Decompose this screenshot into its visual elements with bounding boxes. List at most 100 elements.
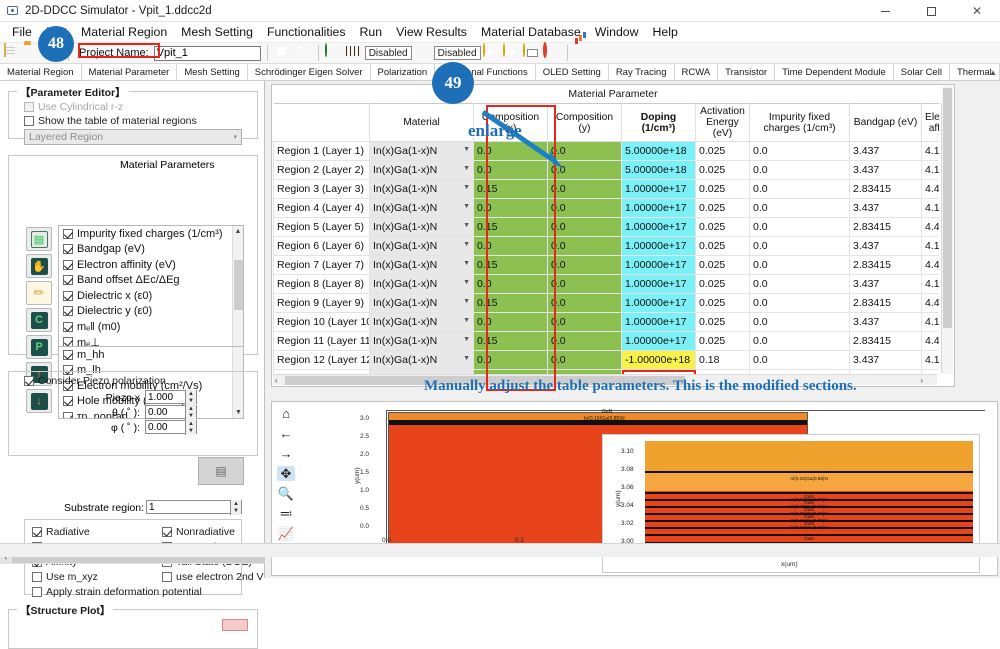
cell-composition-y[interactable]: 0.0 — [548, 332, 622, 351]
cell-composition-y[interactable]: 0.0 — [548, 275, 622, 294]
menu-file[interactable]: File — [5, 23, 39, 41]
table-row[interactable]: Region 6 (Layer 6) In(x)Ga(1-x)N▼ 0.0 0.… — [274, 237, 940, 256]
tab-polarization[interactable]: Polarization — [371, 64, 436, 80]
cell-electron-affinity[interactable]: 4.479 — [922, 294, 940, 313]
cell-doping[interactable]: 1.00000e+17 — [622, 332, 696, 351]
menu-run[interactable]: Run — [353, 23, 390, 41]
cell-impurity[interactable]: 0.0 — [750, 218, 850, 237]
cell-activation-energy[interactable]: 0.025 — [696, 256, 750, 275]
forward-arrow-icon[interactable]: → — [277, 446, 295, 461]
cell-material[interactable]: In(x)Ga(1-x)N▼ — [370, 218, 474, 237]
menu-material-database[interactable]: Material Database — [474, 23, 588, 41]
cell-doping[interactable]: 5.00000e+18 — [622, 161, 696, 180]
cell-doping[interactable]: 1.00000e+17 — [622, 294, 696, 313]
home-icon[interactable]: ⌂ — [277, 406, 295, 421]
cell-electron-affinity[interactable]: 4.1 — [922, 313, 940, 332]
option-electron-2nd-v[interactable]: use electron 2nd V — [162, 569, 272, 584]
param-item-dielectric-y[interactable]: Dielectric y (ε0) — [59, 304, 243, 320]
cell-impurity[interactable]: 0.0 — [750, 199, 850, 218]
cell-electron-affinity[interactable]: 4.1 — [922, 351, 940, 370]
cell-composition-x[interactable]: 0.15 — [474, 294, 548, 313]
tab-material-parameter[interactable]: Material Parameter — [82, 64, 178, 80]
table-row[interactable]: Region 4 (Layer 4) In(x)Ga(1-x)N▼ 0.0 0.… — [274, 199, 940, 218]
show-table-checkbox[interactable]: Show the table of material regions — [24, 115, 197, 127]
table-row[interactable]: Region 7 (Layer 7) In(x)Ga(1-x)N▼ 0.15 0… — [274, 256, 940, 275]
cell-activation-energy[interactable]: 0.025 — [696, 332, 750, 351]
cell-impurity[interactable]: 0.0 — [750, 180, 850, 199]
table-row[interactable]: Region 10 (Layer 10) In(x)Ga(1-x)N▼ 0.0 … — [274, 313, 940, 332]
cell-material[interactable]: In(x)Ga(1-x)N▼ — [370, 180, 474, 199]
cell-electron-affinity[interactable]: 4.479 — [922, 180, 940, 199]
cell-electron-affinity[interactable]: 4.479 — [922, 332, 940, 351]
table-row[interactable]: Region 2 (Layer 2) In(x)Ga(1-x)N▼ 0.0 0.… — [274, 161, 940, 180]
cell-composition-x[interactable]: 0.0 — [474, 351, 548, 370]
paste-region-icon[interactable]: ✋ — [26, 254, 52, 278]
grid-icon[interactable] — [345, 44, 363, 62]
menu-material-region[interactable]: Material Region — [74, 23, 174, 41]
cell-composition-y[interactable]: 0.0 — [548, 218, 622, 237]
col-material[interactable]: Material — [370, 104, 474, 142]
tab-time-dependent-module[interactable]: Time Dependent Module — [775, 64, 894, 80]
cell-bandgap[interactable]: 2.83415 — [850, 180, 922, 199]
structure-plot-color-swatch[interactable] — [222, 619, 248, 631]
stop-icon[interactable] — [543, 44, 561, 62]
piezo-x-stepper[interactable]: ▲▼ — [185, 390, 196, 405]
col-impurity-fixed-charges[interactable]: Impurity fixed charges (1/cm³) — [750, 104, 850, 142]
cell-impurity[interactable]: 0.0 — [750, 161, 850, 180]
cell-composition-x[interactable]: 0.0 — [474, 237, 548, 256]
param-item-impurity-fixed-charges[interactable]: Impurity fixed charges (1/cm³) — [59, 226, 243, 242]
cell-material[interactable]: In(x)Ga(1-x)N▼ — [370, 199, 474, 218]
material-parameters-list[interactable]: Impurity fixed charges (1/cm³) Bandgap (… — [58, 225, 244, 347]
param-item-band-offset[interactable]: Band offset ΔEc/ΔEg — [59, 273, 243, 289]
cell-doping[interactable]: 1.00000e+17 — [622, 180, 696, 199]
cell-electron-affinity[interactable]: 4.1 — [922, 161, 940, 180]
cell-activation-energy[interactable]: 0.025 — [696, 237, 750, 256]
conduction-c-icon[interactable]: C — [26, 308, 52, 332]
cell-bandgap[interactable]: 2.83415 — [850, 294, 922, 313]
project-name-input[interactable] — [154, 46, 261, 61]
cell-composition-y[interactable]: 0.0 — [548, 180, 622, 199]
theta-input[interactable]: 0.00 ▲▼ — [145, 405, 197, 419]
substrate-region-stepper[interactable]: ▲▼ — [230, 500, 241, 515]
cell-impurity[interactable]: 0.0 — [750, 237, 850, 256]
cell-activation-energy[interactable]: 0.025 — [696, 161, 750, 180]
cell-activation-energy[interactable]: 0.025 — [696, 199, 750, 218]
option-nonradiative[interactable]: Nonradiative — [162, 524, 272, 539]
table-row[interactable]: Region 3 (Layer 3) In(x)Ga(1-x)N▼ 0.15 0… — [274, 180, 940, 199]
table-row[interactable]: Region 12 (Layer 12) In(x)Ga(1-x)N▼ 0.0 … — [274, 351, 940, 370]
cell-impurity[interactable]: 0.0 — [750, 332, 850, 351]
col-electron-affinity[interactable]: Electron affinity — [922, 104, 940, 142]
cell-activation-energy[interactable]: 0.025 — [696, 294, 750, 313]
run-all-icon[interactable] — [503, 44, 521, 62]
param-item-bandgap[interactable]: Bandgap (eV) — [59, 242, 243, 258]
menu-help[interactable]: Help — [646, 23, 685, 41]
cell-impurity[interactable]: 0.0 — [750, 256, 850, 275]
param-item-electron-affinity[interactable]: Electron affinity (eV) — [59, 257, 243, 273]
use-cylindrical-checkbox[interactable]: Use Cylindrical r-z — [24, 101, 123, 113]
cell-material[interactable]: In(x)Ga(1-x)N▼ — [370, 294, 474, 313]
edit-curves-icon[interactable]: 📈 — [277, 526, 295, 541]
cell-bandgap[interactable]: 3.437 — [850, 142, 922, 161]
piezo-x-input[interactable]: 1.000 ▲▼ — [145, 390, 197, 404]
scroll-thumb[interactable] — [234, 260, 243, 310]
theta-stepper[interactable]: ▲▼ — [185, 405, 196, 420]
layered-region-select[interactable]: Layered Region ▾ — [24, 129, 242, 145]
cell-material[interactable]: In(x)Ga(1-x)N▼ — [370, 142, 474, 161]
cell-bandgap[interactable]: 2.83415 — [850, 332, 922, 351]
cell-activation-energy[interactable]: 0.025 — [696, 180, 750, 199]
cell-electron-affinity[interactable]: 4.479 — [922, 256, 940, 275]
chart-icon[interactable] — [574, 44, 592, 62]
cell-composition-y[interactable]: 0.0 — [548, 256, 622, 275]
cell-bandgap[interactable]: 3.437 — [850, 199, 922, 218]
param-item-me-perp[interactable]: mₑ⊥ — [59, 335, 243, 348]
scroll-up-icon[interactable]: ▲ — [233, 226, 243, 237]
menu-mesh-setting[interactable]: Mesh Setting — [174, 23, 260, 41]
cell-doping[interactable]: 1.00000e+17 — [622, 199, 696, 218]
cell-impurity[interactable]: 0.0 — [750, 294, 850, 313]
cell-activation-energy[interactable]: 0.025 — [696, 142, 750, 161]
cell-impurity[interactable]: 0.0 — [750, 142, 850, 161]
phi-input[interactable]: 0.00 ▲▼ — [145, 420, 197, 434]
tab-mesh-setting[interactable]: Mesh Setting — [177, 64, 247, 80]
option-strain-deformation[interactable]: Apply strain deformation potential — [32, 584, 132, 599]
cell-doping[interactable]: 1.00000e+17 — [622, 275, 696, 294]
